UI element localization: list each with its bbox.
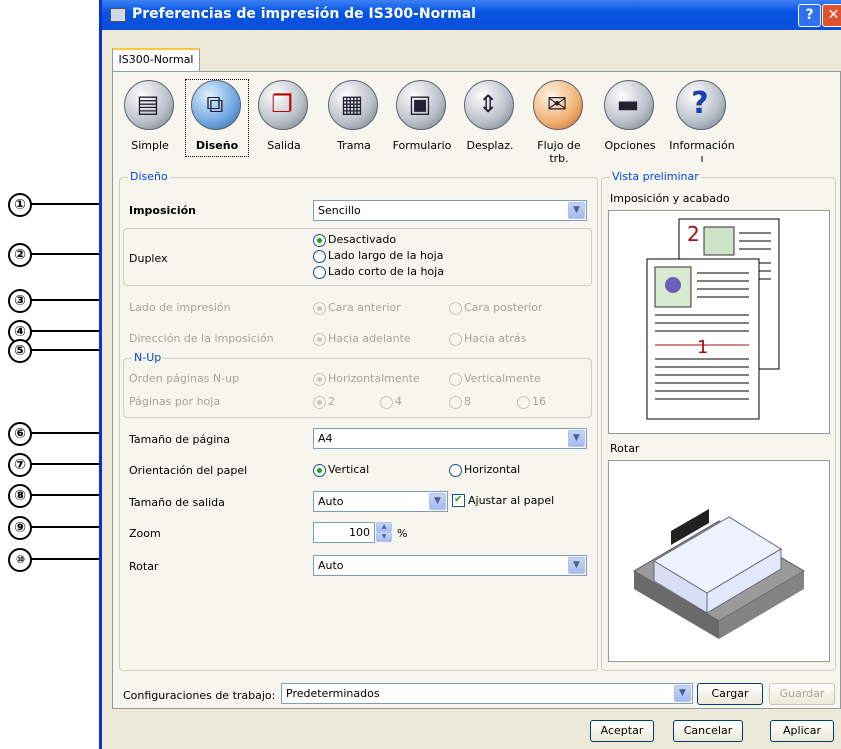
chevron-down-icon: ▼ — [568, 557, 585, 574]
screen-icon: ▦ — [340, 90, 364, 118]
callout-10: ⑩ — [0, 547, 114, 572]
toolbar-desplaz[interactable]: ⇕ Desplaz. — [457, 78, 523, 158]
config-select[interactable]: Predeterminados ▼ — [281, 683, 693, 704]
duplex-group: Duplex Desactivado Lado largo de la hoja… — [123, 228, 592, 286]
hacia-atras-radio[interactable]: Hacia atrás — [449, 332, 526, 346]
tamano-select[interactable]: A4 ▼ — [313, 428, 587, 449]
chevron-down-icon: ▼ — [429, 493, 446, 510]
rotar-preview-label: Rotar — [610, 442, 640, 455]
paginas-label: Páginas por hoja — [129, 395, 221, 408]
chevron-down-icon: ▼ — [568, 430, 585, 447]
ajustar-papel-checkbox[interactable]: Ajustar al papel — [452, 493, 554, 508]
imposicion-select[interactable]: Sencillo ▼ — [313, 200, 587, 221]
imposicion-acabado-label: Imposición y acabado — [610, 192, 730, 205]
imposition-preview: 2 1 — [608, 210, 830, 434]
vertical-radio[interactable]: Vertical — [313, 463, 369, 477]
tab-is300-normal[interactable]: IS300-Normal — [112, 48, 200, 72]
output-icon: ❐ — [271, 90, 293, 118]
toolbar-informacion[interactable]: ? Información ı — [669, 78, 735, 165]
aplicar-button[interactable]: Aplicar — [770, 720, 834, 742]
verticalmente-radio[interactable]: Verticalmente — [449, 372, 541, 386]
orientacion-label: Orientación del papel — [129, 464, 248, 477]
nup-legend: N-Up — [132, 351, 164, 364]
callout-9: ⑨ — [0, 515, 114, 540]
window-title: Preferencias de impresión de IS300-Norma… — [132, 6, 476, 22]
duplex-lado-corto-radio[interactable]: Lado corto de la hoja — [313, 265, 444, 279]
paginas-2-radio[interactable]: 2 — [313, 395, 335, 409]
shift-icon: ⇕ — [477, 90, 499, 118]
duplex-desactivado-radio[interactable]: Desactivado — [313, 233, 396, 247]
info-icon: ? — [691, 86, 709, 121]
spin-down-icon[interactable]: ▼ — [376, 532, 392, 542]
toolbar-flujo[interactable]: ✉ Flujo de trb. — [526, 78, 592, 165]
cancelar-button[interactable]: Cancelar — [673, 720, 743, 742]
tamano-label: Tamaño de página — [129, 433, 231, 446]
zoom-stepper[interactable]: ▲ ▼ — [376, 522, 392, 542]
print-preferences-window: Preferencias de impresión de IS300-Norma… — [99, 0, 841, 749]
cara-posterior-radio[interactable]: Cara posterior — [449, 301, 543, 315]
toolbar-salida[interactable]: ❐ Salida — [251, 78, 317, 158]
callout-5: ⑤ — [0, 338, 114, 363]
page-icon: ▤ — [136, 90, 160, 118]
toolbar-formulario[interactable]: ▣ Formulario — [389, 78, 455, 158]
tab-panel: ▤ Simple ⧉ Diseño ❐ Salida ▦ Trama ▣ For… — [112, 71, 841, 709]
nup-group: N-Up Orden páginas N-up Horizontalmente … — [123, 351, 592, 418]
cargar-button[interactable]: Cargar — [697, 683, 763, 705]
title-bar[interactable]: Preferencias de impresión de IS300-Norma… — [102, 0, 841, 30]
layout-icon: ⧉ — [206, 90, 224, 118]
orden-label: Orden páginas N-up — [129, 372, 240, 385]
zoom-label: Zoom — [129, 527, 161, 540]
preview-legend: Vista preliminar — [610, 170, 701, 183]
toolbar-diseno[interactable]: ⧉ Diseño — [184, 78, 250, 158]
options-icon: ▬ — [616, 90, 640, 118]
duplex-lado-largo-radio[interactable]: Lado largo de la hoja — [313, 249, 443, 263]
config-label: Configuraciones de trabajo: — [123, 689, 276, 702]
toolbar-trama[interactable]: ▦ Trama — [321, 78, 387, 158]
help-button[interactable]: ? — [798, 4, 821, 27]
chevron-down-icon: ▼ — [674, 685, 691, 702]
lado-label: Lado de impresión — [129, 301, 231, 314]
callout-2: ② — [0, 242, 114, 267]
page-2-number: 2 — [687, 222, 700, 246]
rotar-select[interactable]: Auto ▼ — [313, 555, 587, 576]
callout-6: ⑥ — [0, 421, 114, 446]
paginas-4-radio[interactable]: 4 — [380, 395, 402, 409]
guardar-button[interactable]: Guardar — [769, 683, 835, 705]
spin-up-icon[interactable]: ▲ — [376, 522, 392, 532]
callout-8: ⑧ — [0, 483, 114, 508]
salida-select[interactable]: Auto ▼ — [313, 491, 448, 512]
horizontalmente-radio[interactable]: Horizontalmente — [313, 372, 420, 386]
callout-7: ⑦ — [0, 452, 114, 477]
close-button[interactable]: ✕ — [822, 4, 841, 27]
rotation-preview — [608, 460, 830, 662]
cara-anterior-radio[interactable]: Cara anterior — [313, 301, 401, 315]
callout-3: ③ — [0, 288, 114, 313]
direccion-label: Dirección de la imposición — [129, 332, 274, 345]
layout-group-legend: Diseño — [128, 170, 170, 183]
zoom-unit: % — [397, 527, 408, 540]
rotation-preview-image — [633, 509, 805, 639]
zoom-input[interactable]: 100 — [313, 522, 375, 543]
page-1-number: 1 — [697, 337, 708, 358]
rotar-label: Rotar — [129, 560, 159, 573]
workflow-icon: ✉ — [546, 90, 568, 118]
toolbar-simple[interactable]: ▤ Simple — [117, 78, 183, 158]
toolbar-opciones[interactable]: ▬ Opciones — [597, 78, 663, 158]
hacia-adelante-radio[interactable]: Hacia adelante — [313, 332, 411, 346]
duplex-label: Duplex — [129, 252, 168, 265]
paginas-8-radio[interactable]: 8 — [449, 395, 471, 409]
aceptar-button[interactable]: Aceptar — [590, 720, 654, 742]
preview-group: Vista preliminar Imposición y acabado 2 … — [601, 170, 836, 671]
paginas-16-radio[interactable]: 16 — [517, 395, 546, 409]
salida-label: Tamaño de salida — [129, 496, 225, 509]
layout-group: Diseño Imposición Sencillo ▼ Duplex Desa… — [119, 170, 598, 671]
form-icon: ▣ — [408, 90, 432, 118]
callout-1: ① — [0, 192, 114, 217]
chevron-down-icon: ▼ — [568, 202, 585, 219]
imposicion-label: Imposición — [129, 204, 196, 217]
imposition-preview-image: 2 1 — [646, 218, 780, 420]
horizontal-radio[interactable]: Horizontal — [449, 463, 520, 477]
printer-icon — [110, 8, 126, 22]
